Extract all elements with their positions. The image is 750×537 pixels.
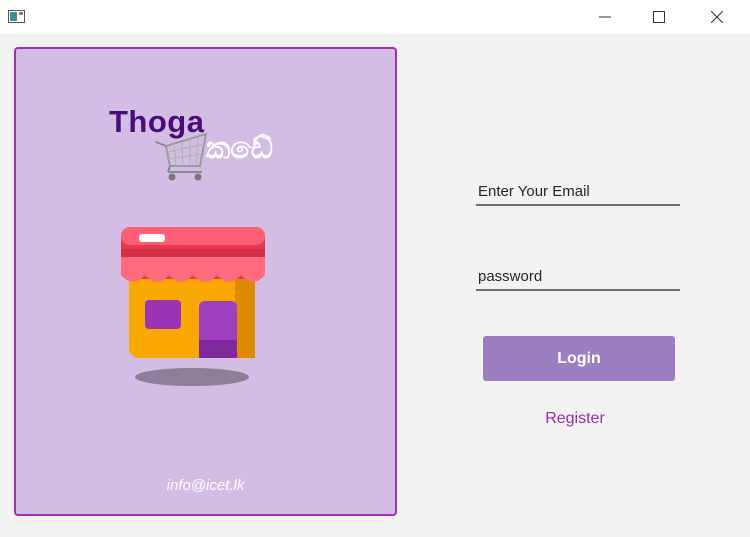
minimize-icon bbox=[599, 16, 611, 18]
login-button[interactable]: Login bbox=[483, 336, 675, 381]
shopping-cart-icon bbox=[155, 132, 208, 181]
minimize-button[interactable] bbox=[582, 0, 628, 34]
password-input[interactable] bbox=[476, 263, 680, 291]
shop-illustration bbox=[121, 227, 265, 386]
brand-subtitle: කඩේ bbox=[206, 131, 274, 166]
email-input[interactable] bbox=[476, 178, 680, 206]
app-window-icon bbox=[8, 10, 25, 23]
close-icon bbox=[711, 11, 723, 23]
title-bar bbox=[0, 0, 750, 34]
close-button[interactable] bbox=[694, 0, 740, 34]
maximize-button[interactable] bbox=[636, 0, 682, 34]
password-field bbox=[476, 263, 680, 291]
maximize-icon bbox=[653, 11, 665, 23]
email-field bbox=[476, 178, 680, 206]
contact-email: info@icet.lk bbox=[166, 477, 245, 494]
register-link[interactable]: Register bbox=[475, 410, 675, 428]
brand-panel: Thoga කඩේ info@icet.lk bbox=[14, 47, 397, 516]
